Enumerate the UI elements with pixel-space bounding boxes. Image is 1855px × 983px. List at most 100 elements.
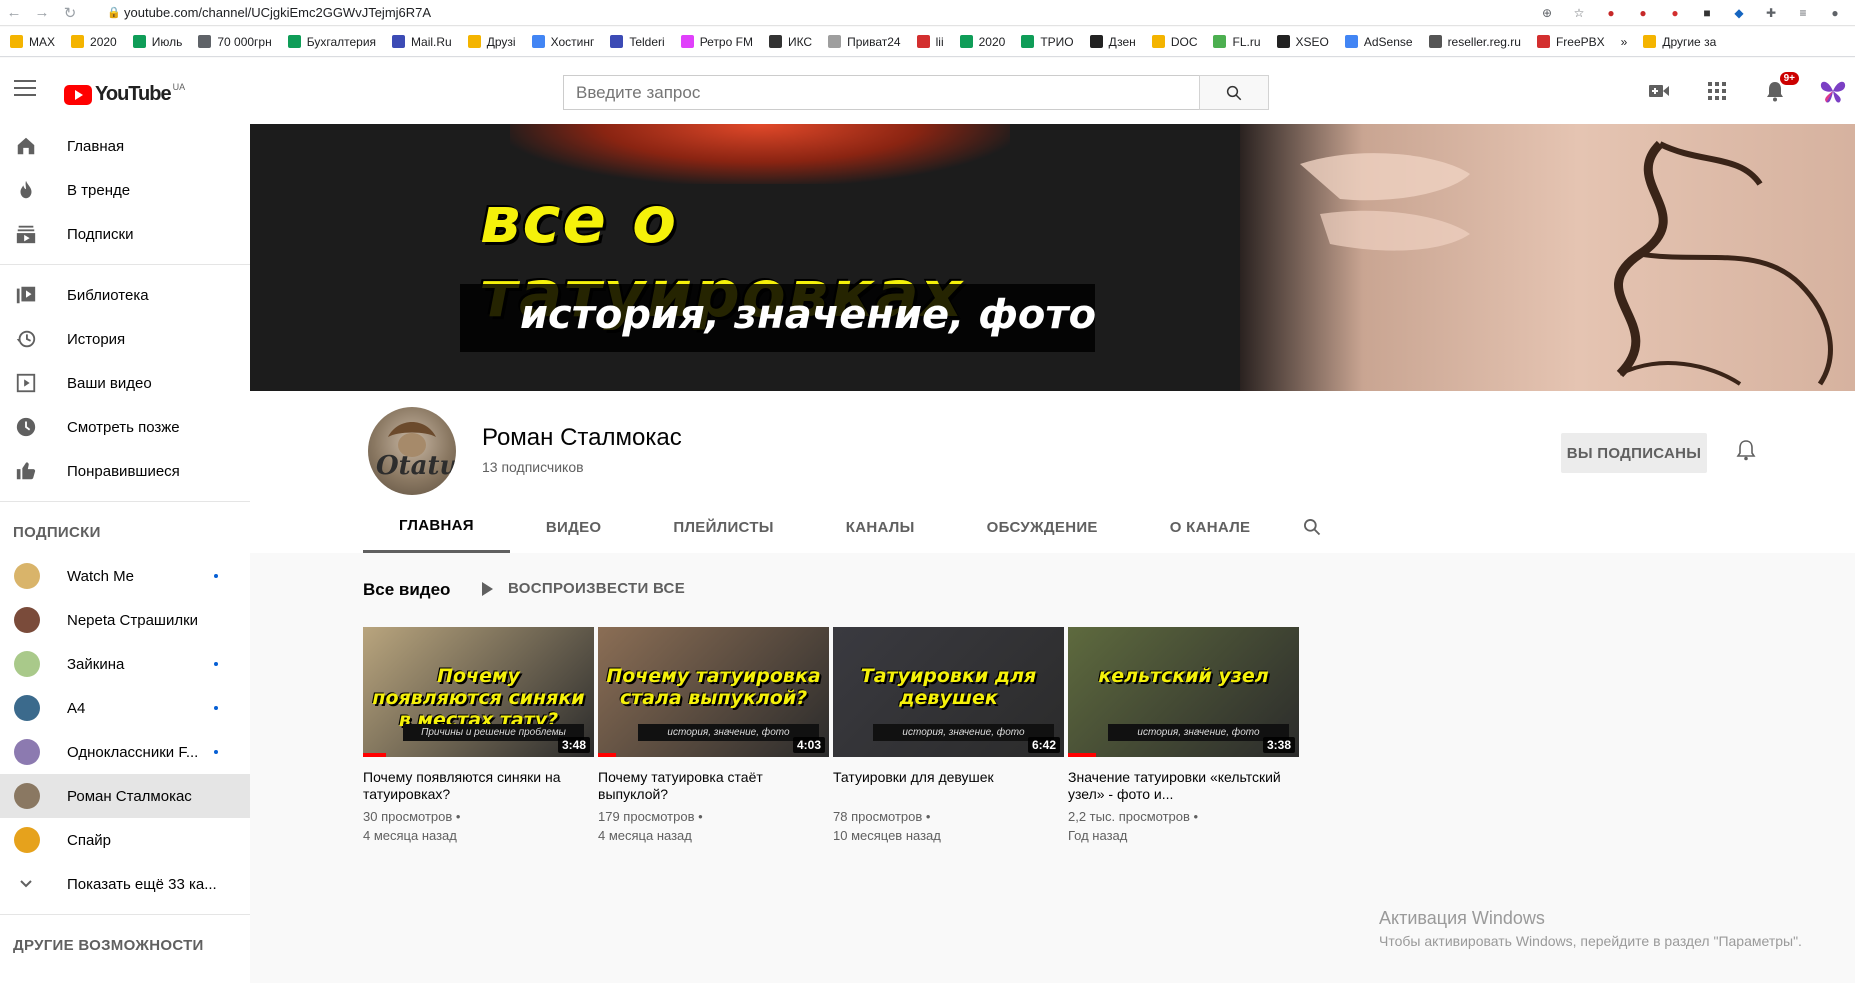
sidebar-subscription-item[interactable]: Спайр — [0, 818, 250, 862]
search-input[interactable] — [563, 75, 1199, 110]
video-card[interactable]: кельтский узел история, значение, фото 3:3… — [1068, 627, 1299, 845]
sidebar-subscription-item[interactable]: Nepeta Страшилки — [0, 598, 250, 642]
show-more-button[interactable]: Показать ещё 33 ка... — [0, 862, 250, 906]
sidebar-item[interactable]: Смотреть позже — [0, 405, 250, 449]
extension-icon[interactable]: ● — [1635, 5, 1651, 21]
bookmark-item[interactable]: lii — [916, 34, 944, 49]
bookmark-item[interactable]: Дзен — [1089, 35, 1136, 49]
sidebar-item[interactable]: История — [0, 317, 250, 361]
reload-icon[interactable]: ↻ — [56, 4, 84, 22]
meta-separator: • — [452, 809, 461, 824]
extension-icon[interactable]: ■ — [1699, 5, 1715, 21]
reading-list-icon[interactable]: ≡ — [1795, 5, 1811, 21]
sidebar-subscription-item[interactable]: Одноклассники F... — [0, 730, 250, 774]
thumbnail-title: Почему татуировка стала выпуклой? — [606, 665, 821, 709]
home-icon — [14, 134, 38, 158]
channel-tab[interactable]: ВИДЕО — [510, 501, 637, 553]
account-avatar-icon[interactable] — [1819, 77, 1847, 105]
video-duration: 3:48 — [557, 737, 590, 753]
sidebar-item[interactable]: В тренде — [0, 168, 250, 212]
bookmark-item[interactable]: » — [1621, 35, 1628, 49]
play-all-button[interactable]: ВОСПРОИЗВЕСТИ ВСЕ — [482, 580, 685, 597]
video-card[interactable]: Татуировки для девушек история, значение,… — [833, 627, 1064, 845]
bookmark-item[interactable]: 70 000грн — [198, 35, 272, 49]
sidebar-item-label: Подписки — [67, 225, 134, 243]
sidebar-item-label: Библиотека — [67, 286, 149, 304]
bookmark-item[interactable]: FL.ru — [1213, 35, 1261, 49]
puzzle-icon[interactable]: ✚ — [1763, 5, 1779, 21]
notification-bell-icon[interactable] — [1736, 439, 1756, 466]
extension-icon[interactable]: ● — [1603, 5, 1619, 21]
bookmark-item[interactable]: ИКС — [768, 35, 812, 49]
subscription-name: Роман Сталмокас — [67, 787, 192, 805]
bookmark-item[interactable]: Другие за — [1643, 35, 1716, 49]
bookmark-item[interactable]: XSEO — [1276, 35, 1329, 49]
bookmark-item[interactable]: Mail.Ru — [392, 35, 452, 49]
video-title[interactable]: Татуировки для девушек — [833, 769, 1064, 803]
channel-tab[interactable]: ПЛЕЙЛИСТЫ — [637, 501, 809, 553]
channel-search-icon[interactable] — [1286, 501, 1338, 553]
sidebar-item[interactable]: Понравившиеся — [0, 449, 250, 493]
bookmark-item[interactable]: Друзі — [467, 35, 516, 49]
video-title[interactable]: Почему татуировка стаёт выпуклой? — [598, 769, 829, 803]
bookmark-item[interactable]: Ретро FM — [680, 35, 753, 49]
search-button[interactable] — [1199, 75, 1269, 110]
lock-icon[interactable]: 🔒 — [104, 6, 124, 19]
channel-avatar[interactable]: Otatu — [368, 407, 456, 495]
bookmark-item[interactable]: Июль — [132, 35, 182, 49]
video-thumbnail[interactable]: Татуировки для девушек история, значение,… — [833, 627, 1064, 757]
bookmark-item[interactable]: Приват24 — [828, 35, 901, 49]
subscribed-button[interactable]: ВЫ ПОДПИСАНЫ — [1561, 433, 1707, 473]
channel-tab[interactable]: ГЛАВНАЯ — [363, 501, 510, 553]
extension-icon[interactable]: ● — [1667, 5, 1683, 21]
bookmark-item[interactable]: 2020 — [71, 35, 117, 49]
sidebar-item[interactable]: Ваши видео — [0, 361, 250, 405]
video-thumbnail[interactable]: Почему появляются синяки в местах тату? П… — [363, 627, 594, 757]
video-title[interactable]: Почему появляются синяки на татуировках? — [363, 769, 594, 803]
forward-arrow-icon[interactable]: → — [28, 4, 56, 21]
sidebar-subscription-item[interactable]: Роман Сталмокас — [0, 774, 250, 818]
bookmark-label: lii — [935, 34, 944, 49]
bookmark-item[interactable]: AdSense — [1344, 35, 1413, 49]
channel-tab[interactable]: ОБСУЖДЕНИЕ — [951, 501, 1134, 553]
apps-grid-icon[interactable] — [1703, 77, 1731, 105]
create-video-icon[interactable] — [1645, 77, 1673, 105]
bookmark-icon — [1536, 35, 1550, 48]
subscriptions-heading: ПОДПИСКИ — [13, 523, 101, 541]
url-field[interactable]: youtube.com/channel/UCjgkiEmc2GGWvJTejmj… — [124, 5, 1539, 20]
sidebar-item[interactable]: Главная — [0, 124, 250, 168]
extension-icon[interactable]: ◆ — [1731, 5, 1747, 21]
zoom-icon[interactable]: ⊕ — [1539, 5, 1555, 21]
bookmark-item[interactable]: Бухгалтерия — [287, 35, 376, 49]
sidebar-subscription-item[interactable]: Зайкина — [0, 642, 250, 686]
youtube-logo[interactable]: YouTube UA — [64, 82, 185, 106]
star-icon[interactable]: ☆ — [1571, 5, 1587, 21]
bookmark-label: Другие за — [1662, 34, 1717, 49]
channel-tab[interactable]: КАНАЛЫ — [810, 501, 951, 553]
watch-later-icon — [14, 415, 38, 439]
profile-icon[interactable]: ● — [1827, 5, 1843, 21]
bookmark-item[interactable]: Хостинг — [531, 35, 594, 49]
channel-tab[interactable]: О КАНАЛЕ — [1134, 501, 1287, 553]
video-card[interactable]: Почему появляются синяки в местах тату? П… — [363, 627, 594, 845]
menu-icon[interactable] — [14, 80, 36, 96]
youtube-play-icon — [64, 84, 92, 105]
bookmark-item[interactable]: Telderi — [610, 35, 665, 49]
back-arrow-icon[interactable]: ← — [0, 4, 28, 21]
bookmark-item[interactable]: DOC — [1151, 35, 1197, 49]
notifications-bell-icon[interactable]: 9+ — [1761, 72, 1799, 105]
bookmark-item[interactable]: FreePBX — [1536, 35, 1605, 49]
sidebar-subscription-item[interactable]: A4 — [0, 686, 250, 730]
bookmark-item[interactable]: ТРИО — [1021, 35, 1074, 49]
video-title[interactable]: Значение татуировки «кельтский узел» - ф… — [1068, 769, 1299, 803]
video-thumbnail[interactable]: Почему татуировка стала выпуклой? история… — [598, 627, 829, 757]
bookmark-item[interactable]: 2020 — [959, 35, 1005, 49]
video-thumbnail[interactable]: кельтский узел история, значение, фото 3:3… — [1068, 627, 1299, 757]
bookmark-item[interactable]: reseller.reg.ru — [1428, 35, 1521, 49]
video-card[interactable]: Почему татуировка стала выпуклой? история… — [598, 627, 829, 845]
bookmark-item[interactable]: MAX — [10, 35, 55, 49]
sidebar-subscription-item[interactable]: Watch Me — [0, 554, 250, 598]
sidebar-item[interactable]: Подписки — [0, 212, 250, 256]
sidebar-item[interactable]: Библиотека — [0, 273, 250, 317]
bookmark-icon — [768, 35, 782, 48]
